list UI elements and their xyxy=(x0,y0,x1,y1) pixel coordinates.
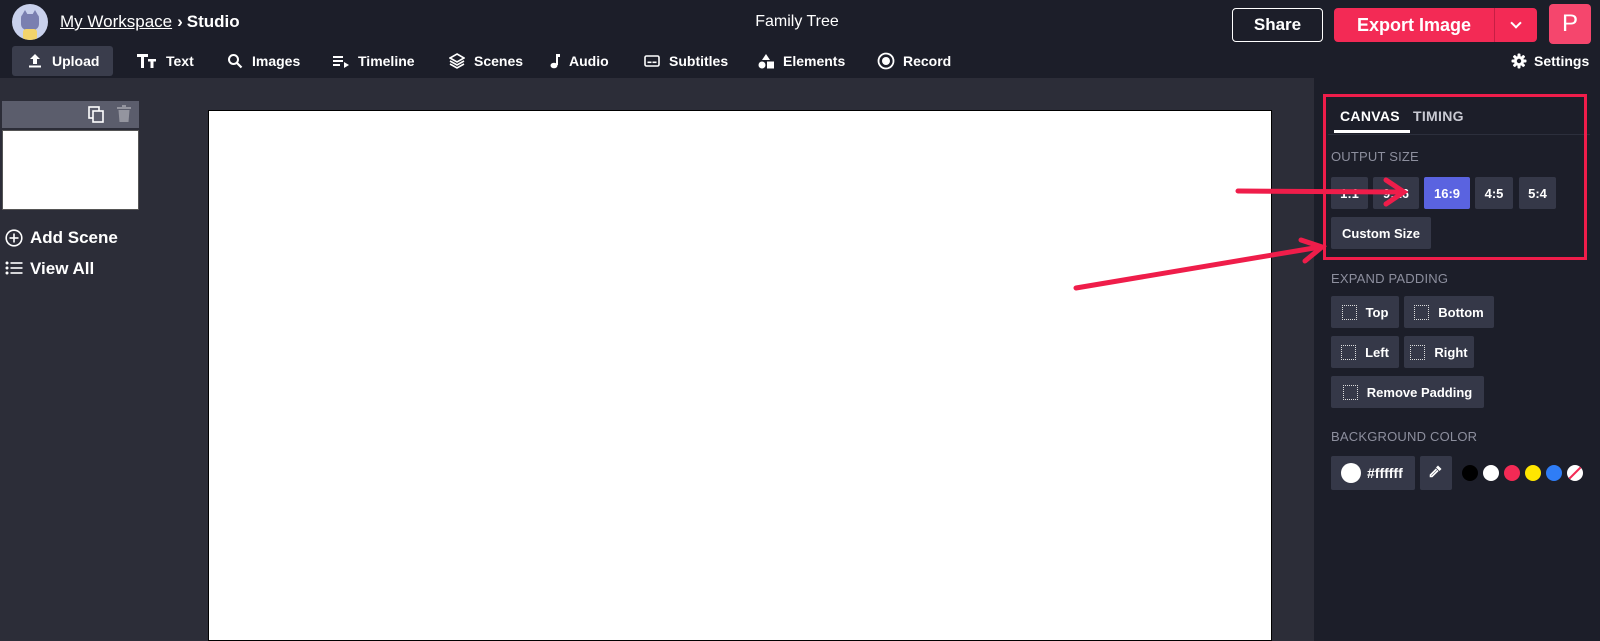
pad-top-button[interactable]: Top xyxy=(1331,296,1399,328)
project-title[interactable]: Family Tree xyxy=(755,13,839,30)
trash-icon[interactable] xyxy=(116,105,132,123)
pad-left-button[interactable]: Left xyxy=(1331,336,1399,368)
add-scene-label: Add Scene xyxy=(30,228,118,247)
tool-images[interactable]: Images xyxy=(226,46,300,76)
size-option-1-1[interactable]: 1:1 xyxy=(1331,177,1368,209)
export-image-button[interactable]: Export Image xyxy=(1334,8,1494,42)
workspace-link[interactable]: My Workspace xyxy=(60,12,172,31)
remove-padding-button[interactable]: Remove Padding xyxy=(1331,376,1484,408)
export-options-dropdown[interactable] xyxy=(1494,8,1537,42)
color-preset-none[interactable] xyxy=(1567,465,1583,481)
padding-icon xyxy=(1341,344,1357,360)
music-note-icon xyxy=(549,52,561,70)
color-preset-red[interactable] xyxy=(1504,465,1520,481)
scenes-panel: Add Scene View All xyxy=(0,78,148,641)
size-option-5-4[interactable]: 5:4 xyxy=(1519,177,1556,209)
breadcrumb: My Workspace › Studio xyxy=(60,12,240,32)
pad-right-label: Right xyxy=(1434,344,1468,360)
color-swatch xyxy=(1341,463,1361,483)
editor-canvas[interactable] xyxy=(208,110,1272,641)
record-icon xyxy=(877,52,895,70)
view-all-label: View All xyxy=(30,259,95,278)
scene-card-toolbar xyxy=(2,101,139,128)
add-scene-button[interactable]: Add Scene xyxy=(5,228,118,248)
eyedropper-icon xyxy=(1429,464,1443,483)
tool-label: Text xyxy=(166,53,194,69)
breadcrumb-current: Studio xyxy=(186,12,240,31)
properties-panel: CANVAS TIMING OUTPUT SIZE 1:1 9:16 16:9 … xyxy=(1314,78,1600,641)
tool-text[interactable]: Text xyxy=(136,46,194,76)
chevron-down-icon xyxy=(1510,17,1522,29)
background-color-button[interactable]: #ffffff xyxy=(1331,456,1415,490)
padding-icon xyxy=(1342,384,1358,400)
app-logo[interactable] xyxy=(12,4,48,40)
pad-bottom-label: Bottom xyxy=(1438,304,1484,320)
upload-icon xyxy=(26,52,44,70)
custom-size-button[interactable]: Custom Size xyxy=(1331,217,1431,249)
color-preset-blue[interactable] xyxy=(1546,465,1562,481)
shapes-icon xyxy=(757,52,775,70)
tool-label: Subtitles xyxy=(669,53,729,69)
remove-padding-label: Remove Padding xyxy=(1366,384,1473,400)
output-size-label: OUTPUT SIZE xyxy=(1331,149,1419,164)
tool-record[interactable]: Record xyxy=(877,46,951,76)
tool-subtitles[interactable]: Subtitles xyxy=(643,46,728,76)
background-color-label: BACKGROUND COLOR xyxy=(1331,429,1478,444)
size-option-4-5[interactable]: 4:5 xyxy=(1475,177,1513,209)
duplicate-icon[interactable] xyxy=(88,106,104,123)
tab-timing[interactable]: TIMING xyxy=(1413,108,1464,124)
background-color-value: #ffffff xyxy=(1367,465,1403,481)
color-preset-black[interactable] xyxy=(1462,465,1478,481)
tool-label: Audio xyxy=(569,53,609,69)
size-option-16-9[interactable]: 16:9 xyxy=(1424,177,1470,209)
pad-right-button[interactable]: Right xyxy=(1404,336,1474,368)
tool-upload[interactable]: Upload xyxy=(12,46,114,76)
tool-scenes[interactable]: Scenes xyxy=(448,46,523,76)
active-tab-indicator xyxy=(1334,130,1410,133)
breadcrumb-separator: › xyxy=(177,12,183,31)
pad-left-label: Left xyxy=(1365,344,1389,360)
editor-toolbar: Upload Text Images Timeline Scenes Audio… xyxy=(0,46,1600,78)
padding-icon xyxy=(1414,304,1430,320)
tool-label: Images xyxy=(252,53,301,69)
search-icon xyxy=(226,52,244,70)
tool-label: Scenes xyxy=(474,53,524,69)
tool-label: Timeline xyxy=(358,53,415,69)
scene-thumbnail[interactable] xyxy=(2,130,139,210)
color-preset-yellow[interactable] xyxy=(1525,465,1541,481)
top-bar: My Workspace › Studio Family Tree Share Ex… xyxy=(0,0,1600,46)
subtitles-icon xyxy=(643,52,661,70)
tool-timeline[interactable]: Timeline xyxy=(332,46,415,76)
tool-label: Record xyxy=(903,53,952,69)
tool-audio[interactable]: Audio xyxy=(549,46,609,76)
tool-label: Elements xyxy=(783,53,846,69)
tool-label: Upload xyxy=(52,53,100,69)
settings-label: Settings xyxy=(1534,53,1590,69)
eyedropper-button[interactable] xyxy=(1420,456,1452,490)
timeline-icon xyxy=(332,52,350,70)
tab-divider xyxy=(1328,134,1590,135)
user-avatar[interactable]: P xyxy=(1549,4,1591,44)
layers-icon xyxy=(448,52,466,70)
settings-button[interactable]: Settings xyxy=(1510,46,1589,76)
plus-circle-icon xyxy=(5,229,23,247)
gear-icon xyxy=(1510,52,1528,70)
view-all-button[interactable]: View All xyxy=(5,259,94,279)
tool-elements[interactable]: Elements xyxy=(757,46,845,76)
list-icon xyxy=(5,260,23,278)
padding-icon xyxy=(1341,304,1357,320)
text-icon xyxy=(136,52,158,70)
color-preset-white[interactable] xyxy=(1483,465,1499,481)
pad-bottom-button[interactable]: Bottom xyxy=(1404,296,1494,328)
expand-padding-label: EXPAND PADDING xyxy=(1331,271,1449,286)
pad-top-label: Top xyxy=(1365,304,1389,320)
size-option-9-16[interactable]: 9:16 xyxy=(1373,177,1419,209)
share-button[interactable]: Share xyxy=(1232,8,1323,42)
tab-canvas[interactable]: CANVAS xyxy=(1340,108,1400,124)
padding-icon xyxy=(1410,344,1426,360)
